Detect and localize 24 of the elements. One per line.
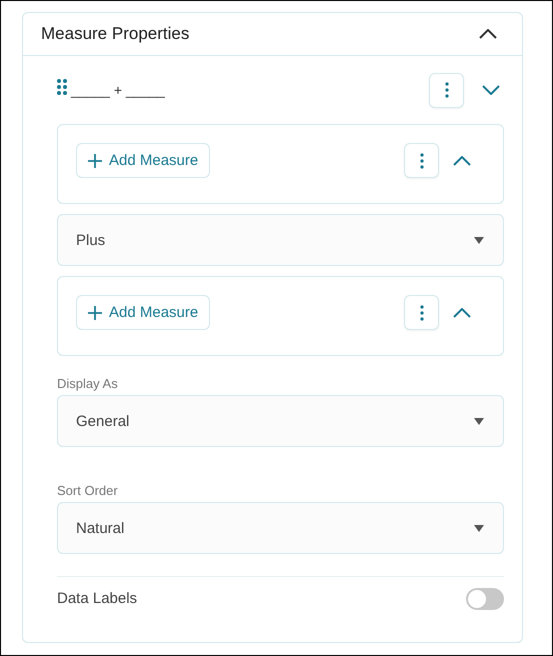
more-options-icon	[420, 304, 424, 320]
panel-title: Measure Properties	[41, 24, 190, 44]
drag-handle-icon[interactable]	[57, 79, 67, 95]
dropdown-arrow-icon	[474, 236, 484, 244]
chevron-up-icon	[453, 308, 471, 318]
chevron-up-icon	[479, 29, 497, 39]
dropdown-arrow-icon	[474, 418, 484, 424]
plus-icon	[88, 306, 102, 320]
field-label: Sort Order	[57, 483, 119, 498]
add-measure-button[interactable]: Add Measure	[76, 295, 210, 330]
toggle-switch[interactable]	[466, 588, 504, 610]
more-options-icon	[420, 152, 424, 168]
plus-icon	[88, 154, 102, 168]
chevron-up-icon	[453, 156, 471, 166]
dropdown-field[interactable]: General	[57, 395, 504, 447]
add-measure-button[interactable]: Add Measure	[76, 143, 210, 178]
dropdown-field[interactable]: Plus	[57, 214, 504, 266]
dropdown-arrow-icon	[474, 524, 484, 532]
dropdown-field[interactable]: Natural	[57, 502, 504, 554]
more-options-icon	[444, 82, 448, 98]
field-label: Display As	[57, 376, 119, 391]
toggle-label: Data Labels	[57, 590, 138, 607]
chevron-down-icon	[482, 85, 500, 95]
formula-text: _____ + _____	[71, 82, 165, 98]
